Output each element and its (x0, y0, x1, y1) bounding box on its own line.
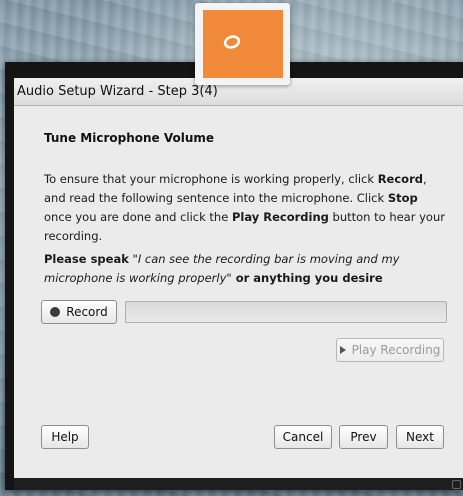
play-recording-button-label: Play Recording (351, 343, 441, 357)
play-recording-keyword: Play Recording (231, 210, 329, 224)
dialog-body (14, 106, 463, 478)
record-button-label: Record (66, 305, 108, 319)
window-bottom-edge (14, 478, 463, 490)
speak-prompt: Please speak "I can see the recording ba… (44, 250, 448, 288)
instructions-text: To ensure that your microphone is workin… (44, 172, 445, 243)
cancel-button[interactable]: Cancel (274, 425, 332, 449)
play-recording-button[interactable]: Play Recording (336, 338, 444, 362)
cancel-button-label: Cancel (282, 430, 324, 444)
speak-suffix: or anything you desire (231, 271, 383, 285)
speak-prefix: Please speak (44, 252, 129, 266)
app-logo-tile (203, 10, 283, 78)
prev-button-label: Prev (350, 430, 377, 444)
stop-keyword: Stop (387, 191, 418, 205)
prev-button[interactable]: Prev (339, 425, 388, 449)
next-button-label: Next (406, 430, 434, 444)
orange-app-logo-icon (223, 35, 241, 49)
help-button[interactable]: Help (41, 425, 89, 449)
resize-grip-icon[interactable] (452, 480, 461, 489)
play-triangle-icon (339, 346, 346, 354)
window-title: Audio Setup Wizard - Step 3(4) (17, 84, 218, 99)
next-button[interactable]: Next (396, 425, 444, 449)
record-button[interactable]: Record (41, 300, 117, 324)
recording-level-bar (125, 301, 447, 323)
step-heading: Tune Microphone Volume (44, 131, 215, 145)
record-dot-icon (50, 307, 61, 317)
record-keyword: Record (377, 172, 423, 186)
help-button-label: Help (51, 430, 79, 444)
